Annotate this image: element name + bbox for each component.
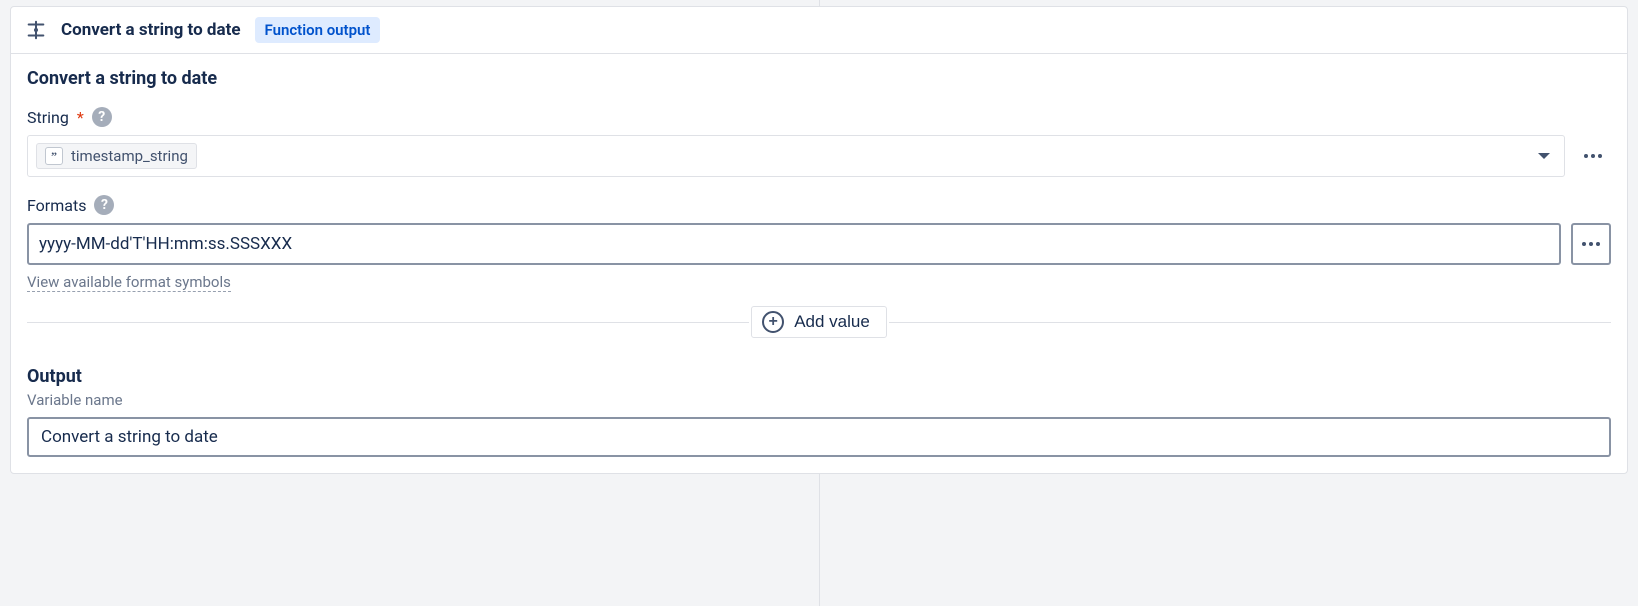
variable-chip[interactable]: ” timestamp_string xyxy=(36,143,197,169)
help-icon[interactable]: ? xyxy=(92,107,112,127)
formats-more-button[interactable] xyxy=(1571,223,1611,265)
card-body: Convert a string to date String * ? ” ti… xyxy=(11,54,1627,473)
function-icon xyxy=(25,19,47,41)
formats-field-label: Formats xyxy=(27,196,86,215)
add-value-button[interactable]: Add value xyxy=(751,306,887,338)
function-output-badge[interactable]: Function output xyxy=(255,17,381,43)
formats-input-box[interactable] xyxy=(27,223,1561,265)
ellipsis-icon xyxy=(1582,242,1600,246)
required-indicator: * xyxy=(77,108,84,127)
variable-chip-label: timestamp_string xyxy=(71,147,188,165)
output-title: Output xyxy=(27,366,1611,387)
divider-line xyxy=(889,322,1611,323)
plus-circle-icon xyxy=(762,311,784,333)
string-input-row: ” timestamp_string xyxy=(27,135,1611,177)
output-sublabel: Variable name xyxy=(27,391,1611,409)
string-more-button[interactable] xyxy=(1575,135,1611,177)
output-variable-name-input[interactable] xyxy=(27,417,1611,457)
header-title: Convert a string to date xyxy=(61,20,241,40)
card-header: Convert a string to date Function output xyxy=(11,7,1627,54)
string-field-label: String xyxy=(27,108,69,127)
formats-input[interactable] xyxy=(39,234,1549,254)
string-input[interactable]: ” timestamp_string xyxy=(27,135,1565,177)
function-config-card: Convert a string to date Function output… xyxy=(10,6,1628,474)
section-title: Convert a string to date xyxy=(27,68,1611,89)
add-value-label: Add value xyxy=(794,312,870,332)
string-field: String * ? ” timestamp_string xyxy=(27,107,1611,177)
divider-line xyxy=(27,322,749,323)
formats-input-row xyxy=(27,223,1611,265)
quote-icon: ” xyxy=(45,147,63,165)
add-value-row: Add value xyxy=(27,306,1611,338)
dropdown-caret-icon[interactable] xyxy=(1538,153,1550,159)
formats-field-label-row: Formats ? xyxy=(27,195,1611,215)
output-section: Output Variable name xyxy=(27,366,1611,457)
ellipsis-icon xyxy=(1584,154,1602,158)
string-field-label-row: String * ? xyxy=(27,107,1611,127)
formats-field: Formats ? View available format symbols xyxy=(27,195,1611,292)
help-icon[interactable]: ? xyxy=(94,195,114,215)
view-format-symbols-link[interactable]: View available format symbols xyxy=(27,273,231,292)
